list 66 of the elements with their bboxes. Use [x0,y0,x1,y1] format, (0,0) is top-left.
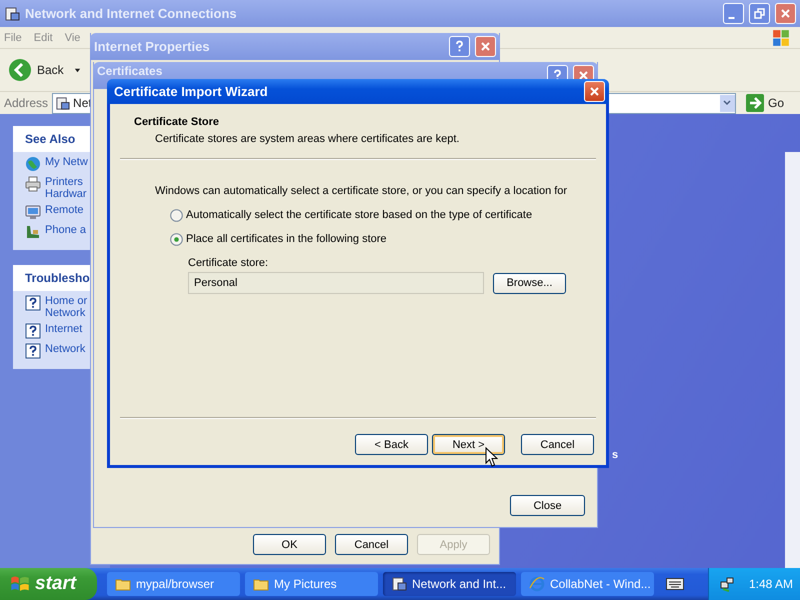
start-button[interactable]: start [0,568,97,600]
address-label: Address [4,96,48,110]
wizard-button[interactable]: Next > [432,434,505,455]
instruction-text: Windows can automatically select a certificate store, or you can specify a location for [155,185,568,197]
help-icon [25,323,41,339]
help-icon [453,40,466,53]
monitor-icon [25,204,41,220]
close-icon [577,69,590,82]
globe-icon [25,156,41,172]
panel-link[interactable]: Printers Hardwar [45,176,87,200]
window-title: Certificate Import Wizard [114,84,269,99]
printer-icon [25,176,41,192]
menu-item[interactable]: File [4,32,22,44]
keyboard-icon[interactable] [666,578,684,590]
radio-option[interactable]: Place all certificates in the following store [170,232,596,246]
panel-link[interactable]: Remote [45,204,84,220]
help-icon [25,343,41,359]
panel-link[interactable]: Internet [45,323,82,339]
field-label: Certificate store: [188,257,270,269]
network-folder-icon [391,576,407,592]
network-folder-icon [4,6,20,22]
taskbar-button[interactable]: mypal/browser [107,572,240,596]
browser-icon [529,576,545,592]
minimize-icon [728,16,735,18]
browse-button[interactable]: Browse... [493,272,566,294]
menu-item[interactable]: Edit [34,32,53,44]
wizard-button[interactable]: Cancel [521,434,594,455]
radio-option[interactable]: Automatically select the certificate store based on the type of certificate [170,208,596,222]
taskbar-button[interactable]: CollabNet - Wind... [521,572,654,596]
phone-icon [25,224,41,240]
restore-icon [753,7,766,20]
item-label: s [612,449,618,461]
close-icon [479,40,492,53]
help-icon [25,295,41,311]
page-description: Certificate stores are system areas where certificates are kept. [154,132,460,145]
go-button[interactable]: Go [740,94,796,112]
back-button[interactable]: Back [8,58,81,82]
window-title: Network and Internet Connections [25,6,238,21]
close-dialog-button[interactable]: Close [510,495,585,516]
close-button[interactable] [584,81,605,102]
network-status-icon[interactable] [719,576,735,592]
panel-link[interactable]: Network [45,343,86,359]
close-icon [779,7,792,20]
menu-item[interactable]: Vie [64,32,80,44]
caret-icon [74,66,81,74]
mouse-pointer-icon [485,447,498,468]
go-arrow-icon [746,94,764,112]
clock: 1:48 AM [749,577,794,591]
dialog-button[interactable]: Cancel [335,534,408,555]
network-folder-icon [55,96,70,110]
window-title: Internet Properties [94,39,211,54]
dropdown-button[interactable] [720,94,735,112]
store-field[interactable]: Personal [188,272,484,294]
windows-logo-icon [10,574,30,594]
taskbar-button[interactable]: My Pictures [245,572,378,596]
panel-link[interactable]: Home or Network [45,295,88,319]
windows-logo-icon [772,28,790,46]
dialog-button[interactable]: OK [253,534,326,555]
wizard-button[interactable]: < Back [355,434,428,455]
taskbar-button[interactable]: Network and Int... [383,572,516,596]
close-icon [588,85,601,98]
panel-link[interactable]: Phone a [45,224,86,240]
window-title: Certificates [97,65,164,78]
page-heading: Certificate Store [133,115,220,128]
panel-link[interactable]: My Netw [45,156,88,172]
chevron-icon [723,99,732,107]
